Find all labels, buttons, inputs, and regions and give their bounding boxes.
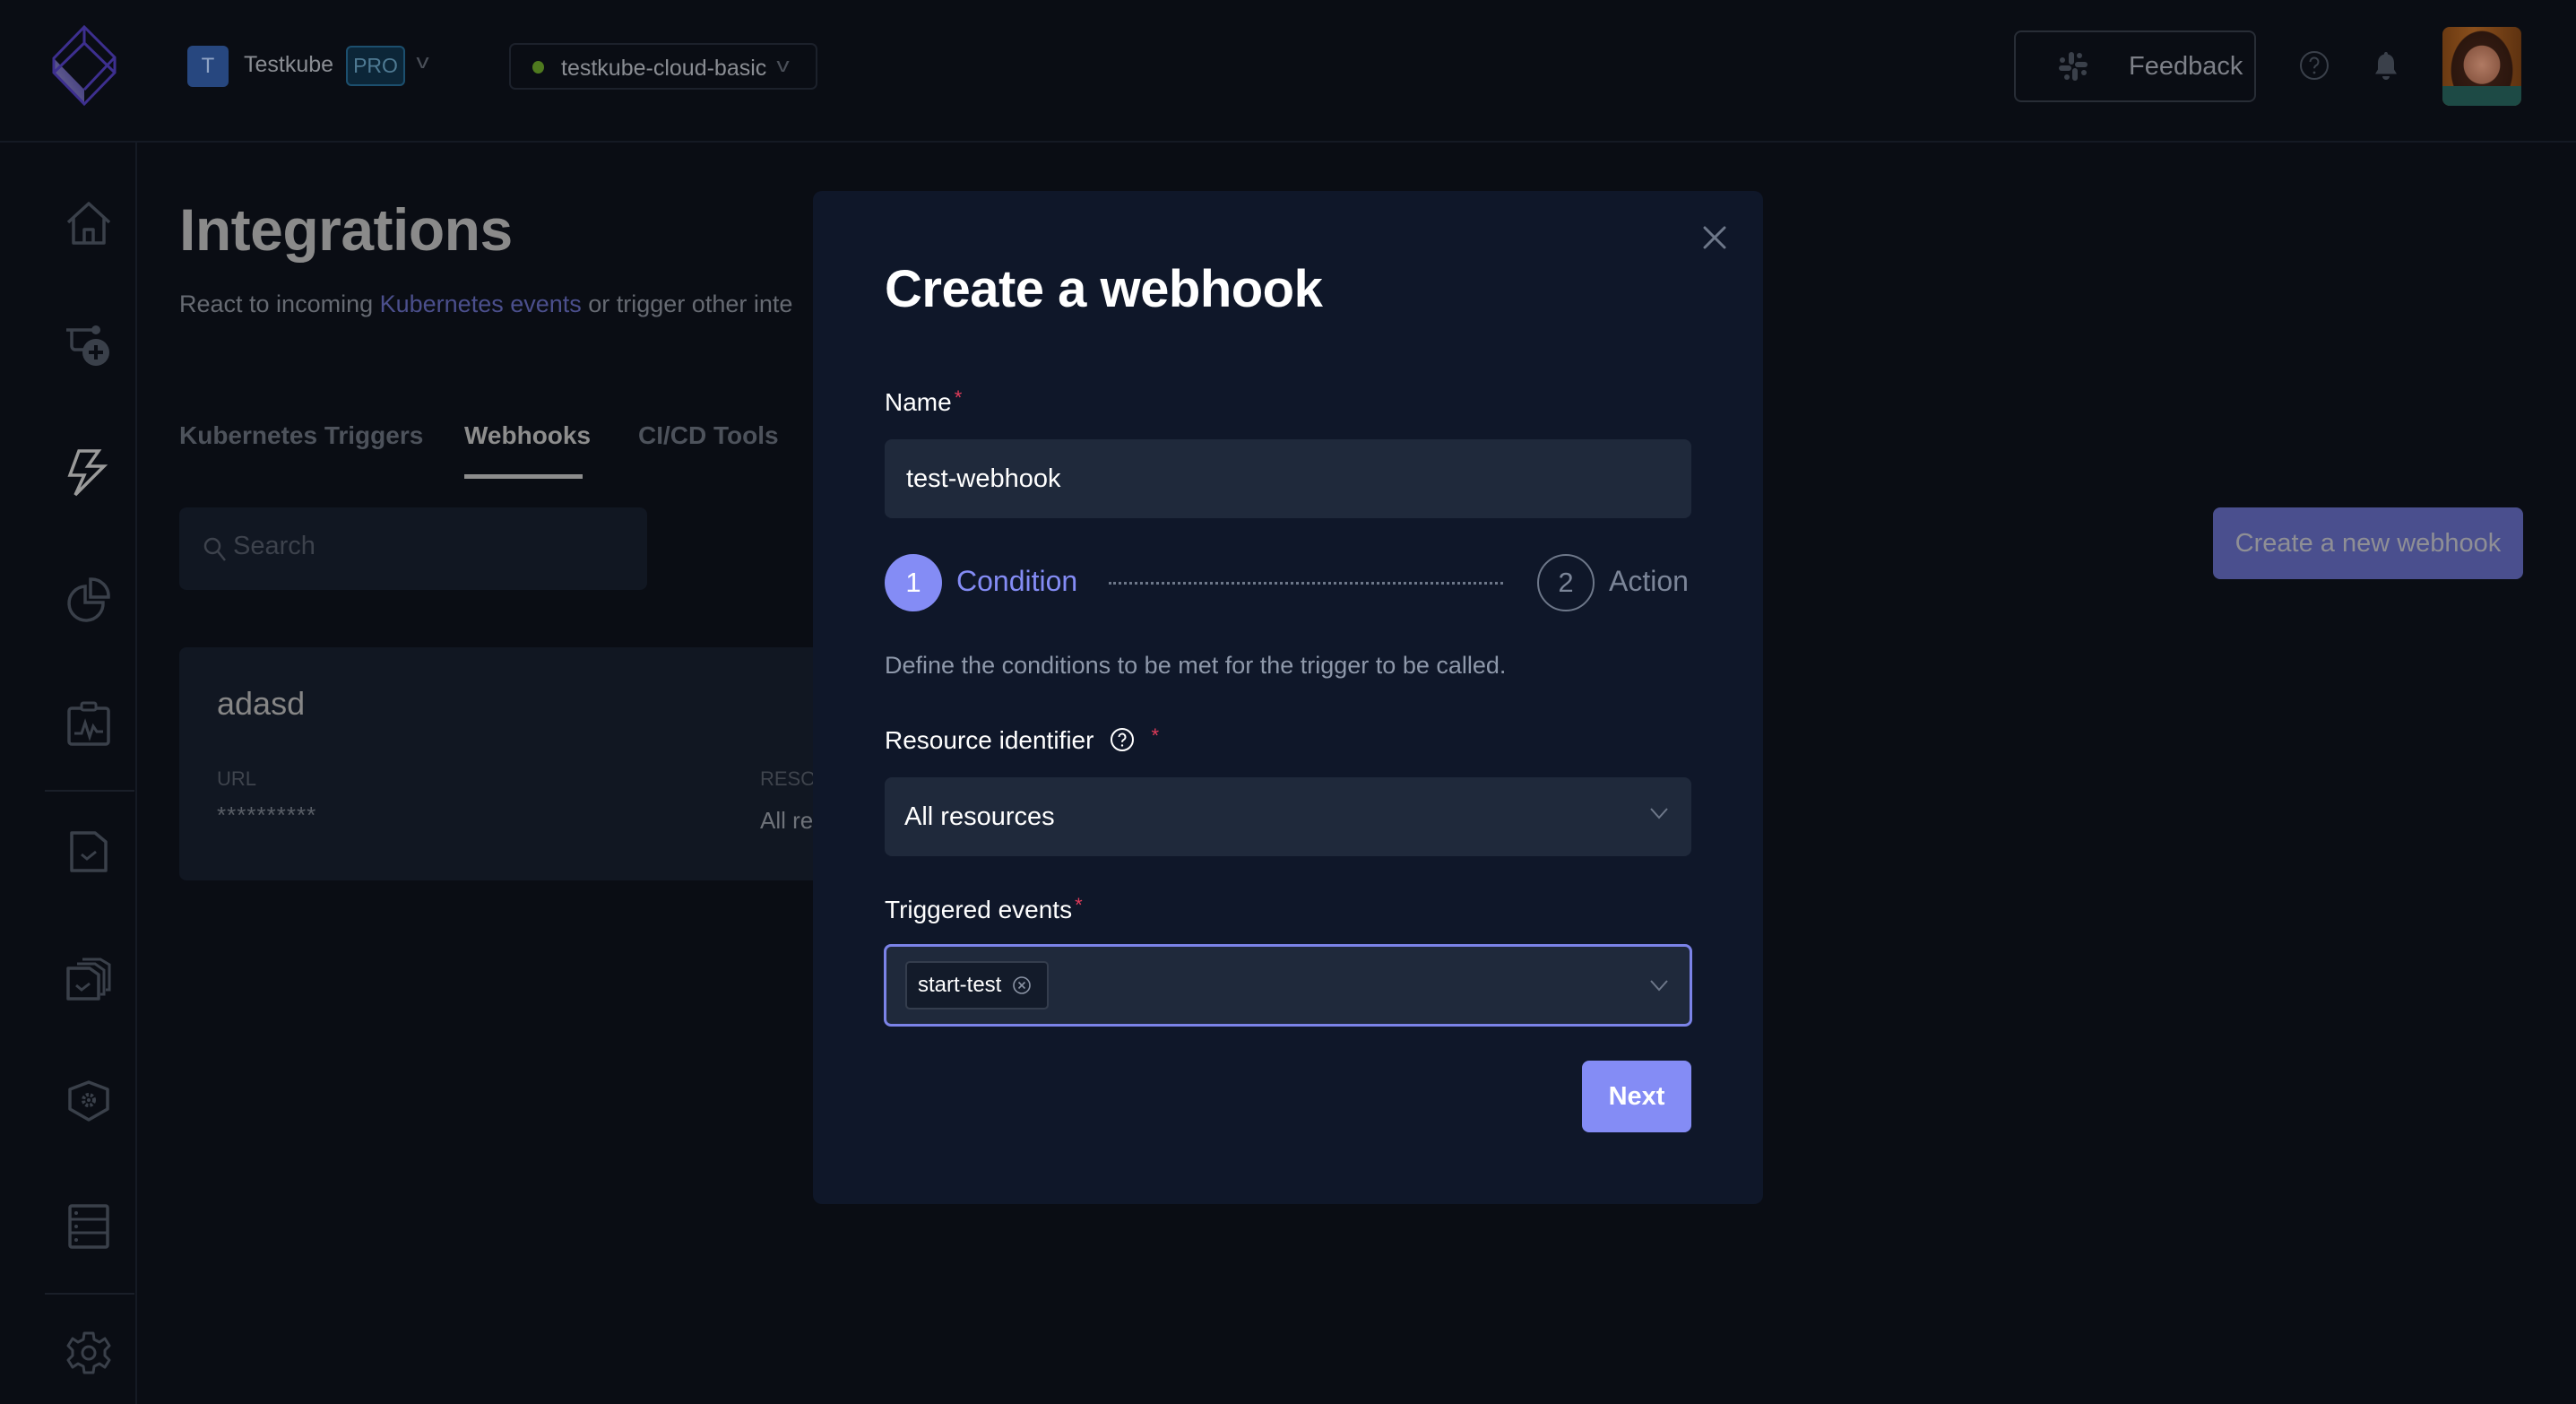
triggered-events-multiselect[interactable]: start-test — [884, 944, 1692, 1027]
active-tab-indicator — [464, 474, 583, 479]
triggered-events-label: Triggered events * — [885, 894, 1083, 924]
webhook-card[interactable]: adasd URL ********** RESO All res — [179, 647, 825, 880]
plan-badge: PRO — [346, 46, 405, 86]
create-webhook-modal: Create a webhook Name* 1 Condition 2 Act… — [813, 191, 1763, 1204]
environment-status-dot — [532, 61, 544, 74]
shield-gear-icon[interactable] — [65, 1077, 113, 1125]
modal-title: Create a webhook — [885, 260, 1323, 318]
tab-webhooks[interactable]: Webhooks — [464, 421, 591, 450]
step-connector — [1109, 582, 1503, 585]
subtitle-text: React to incoming — [179, 290, 380, 317]
environment-select[interactable]: testkube-cloud-basic v — [509, 43, 817, 90]
notifications-bell-icon[interactable] — [2373, 50, 2399, 82]
search-icon — [203, 537, 226, 561]
resource-label-text: Resource identifier — [885, 726, 1094, 754]
step-1-indicator: 1 — [885, 554, 942, 611]
pie-chart-icon[interactable] — [65, 576, 113, 624]
status-monitor-icon[interactable] — [65, 699, 113, 748]
event-chip-label: start-test — [918, 973, 1002, 997]
search-input[interactable]: Search — [179, 507, 647, 590]
subtitle-text: or trigger other inte — [581, 290, 793, 317]
testkube-logo-icon[interactable] — [52, 25, 117, 106]
search-placeholder: Search — [233, 532, 316, 560]
create-webhook-button[interactable]: Create a new webhook — [2213, 507, 2523, 579]
page-subtitle: React to incoming Kubernetes events or t… — [179, 290, 792, 318]
slack-icon — [2059, 52, 2088, 81]
org-name[interactable]: Testkube — [244, 52, 333, 78]
remove-chip-icon[interactable] — [1012, 975, 1032, 995]
event-chip: start-test — [905, 961, 1049, 1010]
step-2-label: Action — [1609, 565, 1689, 597]
name-label-text: Name — [885, 388, 952, 416]
resource-identifier-select[interactable]: All resources — [885, 777, 1691, 856]
name-field-label: Name * — [885, 386, 963, 417]
next-button[interactable]: Next — [1582, 1061, 1691, 1132]
settings-gear-icon[interactable] — [65, 1329, 113, 1377]
step-1-label: Condition — [956, 565, 1078, 597]
home-icon[interactable] — [65, 200, 113, 248]
resource-identifier-value: All resources — [904, 802, 1055, 831]
org-avatar[interactable]: T — [187, 46, 229, 87]
chevron-down-icon — [1650, 808, 1668, 819]
sidebar-divider — [45, 790, 134, 792]
sidebar — [0, 143, 137, 1404]
environment-chevron-down-icon: v — [776, 54, 790, 76]
chevron-down-icon — [1650, 980, 1668, 992]
resource-label: RESO — [760, 767, 817, 790]
help-icon[interactable] — [2299, 50, 2330, 81]
step-2-indicator: 2 — [1537, 554, 1595, 611]
feedback-button[interactable]: Feedback — [2014, 30, 2256, 102]
page-title: Integrations — [179, 196, 513, 263]
webhook-name: adasd — [217, 685, 306, 722]
url-value: ********** — [217, 802, 317, 828]
name-input[interactable] — [885, 439, 1691, 518]
resource-identifier-label: Resource identifier * — [885, 724, 1160, 755]
environment-name: testkube-cloud-basic — [561, 56, 767, 81]
top-header: T Testkube PRO v testkube-cloud-basic v … — [0, 0, 2576, 143]
required-mark: * — [954, 386, 963, 409]
step-description: Define the conditions to be met for the … — [885, 652, 1507, 679]
events-label-text: Triggered events — [885, 896, 1073, 923]
user-avatar[interactable] — [2442, 27, 2521, 106]
help-tooltip-icon[interactable] — [1110, 727, 1135, 752]
tab-kubernetes-triggers[interactable]: Kubernetes Triggers — [179, 421, 423, 450]
lightning-icon[interactable] — [65, 448, 113, 497]
feedback-label: Feedback — [2129, 51, 2243, 81]
trigger-add-icon[interactable] — [65, 323, 113, 371]
test-suites-icon[interactable] — [65, 954, 113, 1002]
server-icon[interactable] — [65, 1202, 113, 1251]
avatar-photo-detail — [2442, 86, 2521, 106]
url-label: URL — [217, 767, 257, 790]
kubernetes-events-link[interactable]: Kubernetes events — [380, 290, 582, 317]
test-file-icon[interactable] — [65, 828, 113, 876]
org-chevron-down-icon[interactable]: v — [416, 50, 428, 74]
tab-cicd-tools[interactable]: CI/CD Tools — [638, 421, 779, 450]
close-icon[interactable] — [1697, 220, 1733, 256]
sidebar-divider — [45, 1293, 134, 1295]
required-mark: * — [1151, 724, 1160, 747]
required-mark: * — [1075, 894, 1083, 916]
